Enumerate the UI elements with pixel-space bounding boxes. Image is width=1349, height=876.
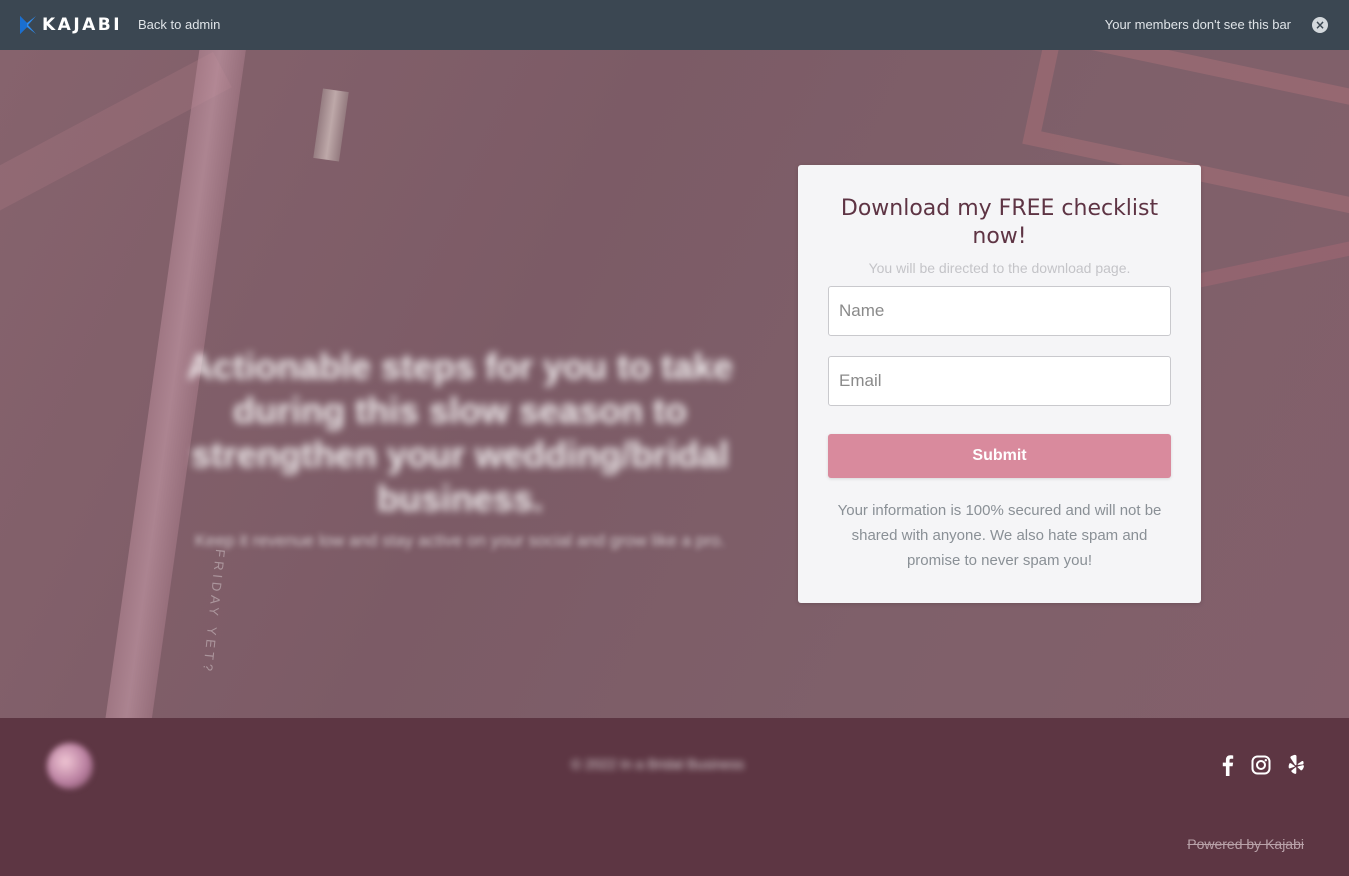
background-frame (1181, 223, 1349, 291)
copyright-text: © 2022 In a Bridal Business (571, 756, 744, 772)
hero-subheading: Keep it revenue low and stay active on y… (194, 531, 726, 550)
optin-form-card: Download my FREE checklist now! You will… (798, 165, 1201, 603)
admin-bar: KAJABI Back to admin Your members don't … (0, 0, 1349, 50)
footer: © 2022 In a Bridal Business Powered by K… (0, 718, 1349, 876)
kajabi-k-icon (20, 16, 36, 34)
privacy-notice: Your information is 100% secured and wil… (837, 502, 1162, 569)
submit-button[interactable]: Submit (828, 434, 1171, 478)
kajabi-wordmark: KAJABI (42, 15, 123, 35)
kajabi-logo: KAJABI (20, 15, 122, 35)
background-pen-lettering: FRIDAY YET? (199, 548, 228, 676)
background-pen-tip (313, 88, 349, 162)
form-subtitle: You will be directed to the download pag… (868, 260, 1131, 276)
instagram-icon[interactable] (1251, 754, 1271, 776)
yelp-icon[interactable] (1286, 754, 1306, 776)
close-icon[interactable]: × (1312, 17, 1328, 33)
email-input[interactable] (828, 356, 1171, 406)
back-to-admin-link[interactable]: Back to admin (138, 17, 220, 32)
powered-by-kajabi-link[interactable]: Powered by Kajabi (1187, 836, 1304, 852)
admin-bar-notice: Your members don't see this bar (1104, 17, 1291, 32)
hero-heading: Actionable steps for you to take during … (186, 346, 734, 519)
name-input[interactable] (828, 286, 1171, 336)
footer-logo[interactable] (47, 743, 93, 789)
facebook-icon[interactable] (1218, 754, 1238, 776)
form-title: Download my FREE checklist now! (840, 196, 1159, 249)
hero-text: Actionable steps for you to take during … (140, 345, 780, 553)
